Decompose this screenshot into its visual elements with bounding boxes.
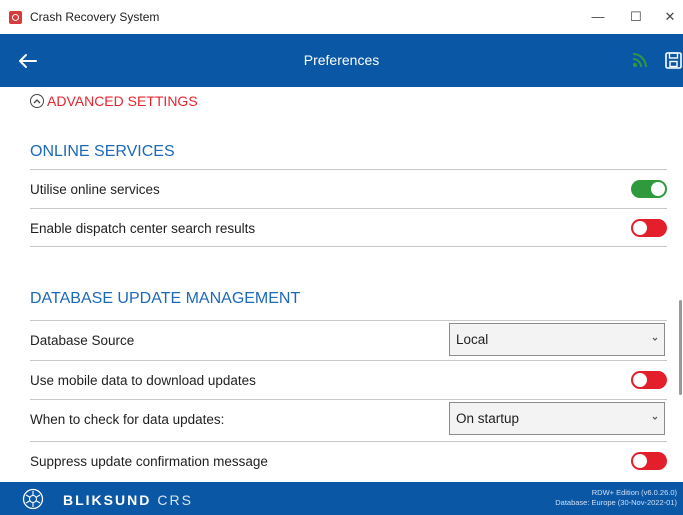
- rss-feed-button[interactable]: [630, 50, 650, 70]
- setting-row-mobile-data: Use mobile data to download updates: [30, 360, 667, 399]
- setting-row-utilise-online: Utilise online services: [30, 169, 667, 208]
- mobile-data-toggle[interactable]: [631, 371, 667, 389]
- close-button[interactable]: ✕: [660, 9, 680, 25]
- version-info: RDW+ Edition (v6.0.26.0) Database: Europ…: [555, 488, 677, 508]
- setting-label: Use mobile data to download updates: [30, 372, 256, 388]
- bliksund-logo-icon: [22, 488, 44, 510]
- setting-row-dispatch-search: Enable dispatch center search results: [30, 208, 667, 247]
- setting-row-database-source: Database Source Local: [30, 320, 667, 359]
- save-button[interactable]: [664, 51, 683, 70]
- window-title: Crash Recovery System: [30, 10, 160, 24]
- suppress-confirmation-toggle[interactable]: [631, 452, 667, 470]
- advanced-settings-toggle[interactable]: ADVANCED SETTINGS: [30, 93, 198, 109]
- app-header: Preferences: [0, 34, 683, 87]
- chevron-down-icon: [651, 414, 659, 422]
- database-update-heading: DATABASE UPDATE MANAGEMENT: [30, 290, 301, 307]
- rss-feed-icon: [632, 53, 647, 68]
- minimize-button[interactable]: —: [588, 9, 608, 25]
- database-text: Database: Europe (30-Nov-2022-01): [555, 498, 677, 507]
- brand-name: BLIKSUND: [63, 492, 152, 508]
- brand-logo: BLIKSUND CRS: [63, 492, 193, 508]
- scrollbar[interactable]: [679, 300, 682, 395]
- advanced-settings-label: ADVANCED SETTINGS: [47, 93, 198, 109]
- window-titlebar: Crash Recovery System — ☐ ✕: [0, 0, 683, 34]
- setting-label: Suppress update confirmation message: [30, 453, 268, 469]
- select-value: On startup: [456, 411, 520, 426]
- online-services-heading: ONLINE SERVICES: [30, 143, 175, 160]
- save-icon: [665, 52, 682, 69]
- edition-text: RDW+ Edition (v6.0.26.0): [591, 488, 677, 497]
- select-value: Local: [456, 332, 489, 347]
- footer-bar: BLIKSUND CRS RDW+ Edition (v6.0.26.0) Dat…: [0, 482, 683, 515]
- chevron-down-icon: [651, 335, 659, 343]
- brand-sub: CRS: [157, 492, 193, 508]
- chevron-up-icon: [30, 94, 44, 108]
- setting-label: When to check for data updates:: [30, 411, 225, 427]
- app-logo-icon: [9, 11, 22, 24]
- divider: [30, 246, 667, 247]
- check-updates-select[interactable]: On startup: [449, 402, 665, 435]
- dispatch-search-results-toggle[interactable]: [631, 219, 667, 237]
- setting-row-suppress-confirmation: Suppress update confirmation message: [30, 441, 667, 480]
- setting-row-check-updates: When to check for data updates: On start…: [30, 399, 667, 438]
- setting-label: Utilise online services: [30, 181, 160, 197]
- page-title: Preferences: [303, 52, 380, 68]
- utilise-online-services-toggle[interactable]: [631, 180, 667, 198]
- setting-label: Enable dispatch center search results: [30, 220, 256, 236]
- setting-label: Database Source: [30, 332, 135, 348]
- database-source-select[interactable]: Local: [449, 323, 665, 356]
- maximize-button[interactable]: ☐: [626, 9, 646, 25]
